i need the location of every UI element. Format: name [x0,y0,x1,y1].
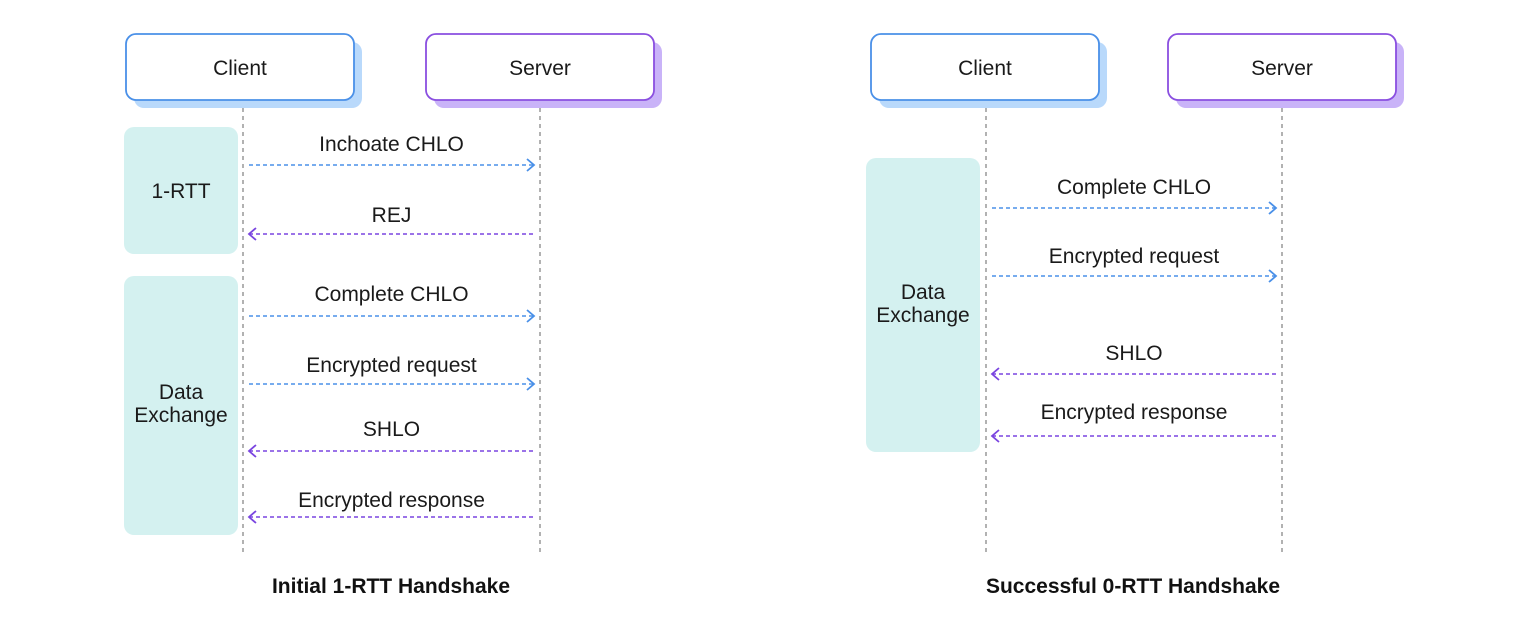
message-arrow: Encrypted response [247,489,534,524]
client-participant: Client [125,33,362,108]
message-label: Encrypted request [1049,245,1220,268]
message-arrow: Encrypted request [249,354,536,391]
message-label: Encrypted response [298,489,485,512]
phase-label: Exchange [134,404,227,427]
message-arrow: Encrypted response [990,401,1276,443]
phase-label: Data [159,381,204,404]
message-label: SHLO [363,418,420,441]
diagram-title: Successful 0-RTT Handshake [986,575,1280,598]
message-label: Inchoate CHLO [319,133,464,156]
message-arrow: SHLO [247,418,534,458]
phase-label: Exchange [876,304,969,327]
phase-block: 1-RTT [124,127,238,254]
message-label: SHLO [1105,342,1162,365]
handshake-diagrams: 1-RTTDataExchangeClient ServerInchoate CH… [124,33,1404,598]
server-participant: Server [1167,33,1404,108]
message-arrow: Complete CHLO [249,283,536,323]
phase-label: Data [901,281,946,304]
message-arrow: Inchoate CHLO [249,133,536,172]
server-participant: Server [425,33,662,108]
message-label: Encrypted response [1041,401,1228,424]
server-label: Server [509,57,571,80]
message-label: Encrypted request [306,354,477,377]
message-arrow: REJ [247,204,534,241]
client-participant: Client [870,33,1107,108]
phase-block: DataExchange [124,276,238,535]
message-label: REJ [372,204,412,227]
message-arrow: Complete CHLO [992,176,1278,215]
message-arrow: Encrypted request [992,245,1278,283]
message-label: Complete CHLO [314,283,468,306]
server-label: Server [1251,57,1313,80]
phase-label: 1-RTT [151,180,210,203]
diagram-0rtt: DataExchange Client Server Complete CHLO Enc… [866,33,1404,598]
message-arrow: SHLO [990,342,1276,381]
diagram-1rtt: 1-RTT DataExchange Client Server Inchoate CH… [124,33,662,598]
message-label: Complete CHLO [1057,176,1211,199]
client-label: Client [958,57,1012,80]
phase-block: DataExchange [866,158,980,452]
diagram-title: Initial 1-RTT Handshake [272,575,510,598]
client-label: Client [213,57,267,80]
